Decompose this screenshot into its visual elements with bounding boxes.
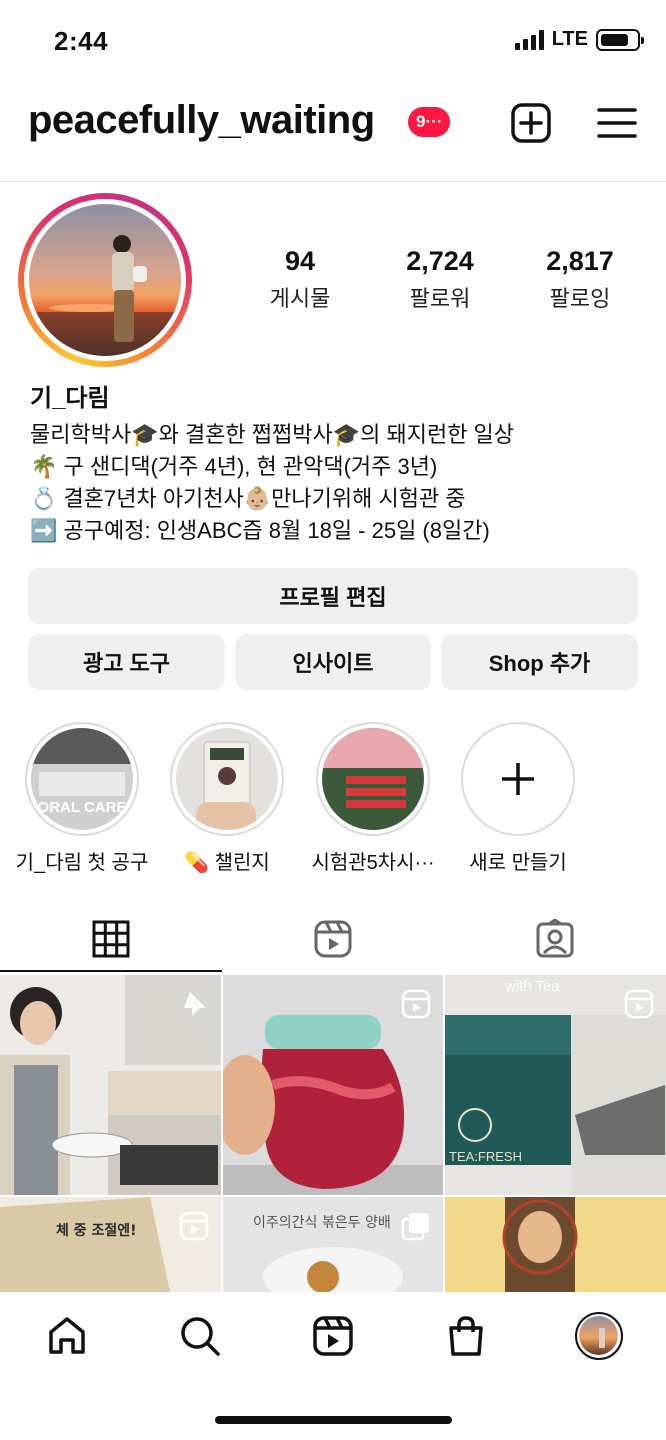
avatar-photo bbox=[29, 204, 181, 356]
shopping-bag-icon bbox=[449, 1316, 483, 1356]
status-time: 2:44 bbox=[54, 26, 109, 56]
nav-reels[interactable] bbox=[266, 1314, 399, 1358]
display-name: 기_다림 bbox=[30, 385, 110, 412]
profile-tabs bbox=[0, 904, 666, 974]
following-stat[interactable]: 2,817 팔로잉 bbox=[510, 246, 650, 313]
tab-reels[interactable] bbox=[222, 904, 444, 974]
active-tab-indicator bbox=[0, 970, 222, 972]
following-label: 팔로잉 bbox=[549, 286, 611, 311]
home-indicator bbox=[215, 1416, 452, 1424]
header-divider bbox=[0, 181, 666, 182]
reels-icon bbox=[314, 920, 352, 958]
highlight-cover bbox=[176, 728, 278, 830]
ad-tools-button[interactable]: 광고 도구 bbox=[28, 634, 225, 690]
nav-profile[interactable] bbox=[533, 1312, 666, 1360]
profile-stats: 94 게시물 2,724 팔로워 2,817 팔로잉 bbox=[230, 246, 650, 313]
bio-line: 🌴 구 샌디댁(거주 4년), 현 관악댁(거주 3년) bbox=[30, 454, 438, 479]
followers-label: 팔로워 bbox=[409, 286, 471, 311]
menu-button[interactable] bbox=[594, 100, 640, 146]
pin-icon bbox=[179, 989, 209, 1024]
create-post-button[interactable] bbox=[508, 100, 554, 146]
following-count: 2,817 bbox=[546, 246, 614, 276]
bio-line: 💍 결혼7년차 아기천사👶🏼만나기위해 시험관 중 bbox=[30, 486, 466, 511]
post-thumbnail[interactable]: 이주의간식 볶은두 양배 bbox=[223, 1197, 443, 1292]
home-icon bbox=[48, 1317, 85, 1354]
post-overlay-text: 체 중 조절엔! bbox=[56, 1222, 137, 1239]
hamburger-icon bbox=[597, 108, 637, 138]
status-indicators: LTE bbox=[514, 28, 644, 51]
highlight-cover-text: ORAL CARE bbox=[38, 799, 127, 816]
profile-header: peacefully_waiting 9··· bbox=[0, 90, 666, 160]
highlight-item[interactable]: 💊 챌린지 bbox=[152, 722, 302, 875]
highlight-cover bbox=[322, 728, 424, 830]
post-thumbnail[interactable] bbox=[0, 975, 221, 1195]
plus-icon bbox=[467, 728, 569, 830]
followers-stat[interactable]: 2,724 팔로워 bbox=[370, 246, 510, 313]
profile-avatar[interactable] bbox=[18, 193, 192, 367]
post-overlay-text: with Tea bbox=[504, 978, 560, 995]
highlight-label: 💊 챌린지 bbox=[184, 852, 270, 874]
status-bar: 2:44 LTE bbox=[0, 0, 666, 80]
highlight-label: 새로 만들기 bbox=[469, 852, 567, 874]
post-thumbnail[interactable]: 체 중 조절엔! bbox=[0, 1197, 221, 1292]
post-thumbnail[interactable] bbox=[223, 975, 443, 1195]
notification-badge[interactable]: 9··· bbox=[408, 107, 451, 137]
post-overlay-text: TEA:FRESH bbox=[449, 1149, 522, 1164]
highlight-item[interactable]: ORAL CARE 기_다림 첫 공구 bbox=[7, 722, 157, 875]
tab-posts-grid[interactable] bbox=[0, 904, 222, 974]
signal-icon bbox=[514, 29, 544, 50]
new-highlight-button[interactable]: 새로 만들기 bbox=[443, 722, 593, 875]
post-thumbnail[interactable]: with Tea TEA:FRESH bbox=[445, 975, 666, 1195]
highlight-cover: ORAL CARE bbox=[31, 728, 133, 830]
highlight-label: 시험관5차시··· bbox=[311, 852, 435, 874]
reels-badge-icon bbox=[401, 989, 431, 1024]
highlight-label: 기_다림 첫 공구 bbox=[15, 852, 149, 874]
reels-badge-icon bbox=[179, 1211, 209, 1246]
profile-avatar-icon bbox=[575, 1312, 624, 1360]
bio-line: 물리학박사🎓와 결혼한 쩝쩝박사🎓의 돼지런한 일상 bbox=[30, 422, 515, 447]
nav-search[interactable] bbox=[133, 1314, 266, 1358]
bio-line: ➡️ 공구예정: 인생ABC즙 8월 18일 - 25일 (8일간) bbox=[30, 518, 490, 543]
post-overlay-text: 이주의간식 볶은두 양배 bbox=[253, 1215, 391, 1231]
grid-icon bbox=[92, 920, 130, 958]
plus-square-icon bbox=[511, 103, 551, 143]
bottom-navigation bbox=[0, 1292, 666, 1380]
nav-home[interactable] bbox=[0, 1314, 133, 1358]
highlight-item[interactable]: 시험관5차시··· bbox=[298, 722, 448, 875]
network-label: LTE bbox=[551, 28, 588, 50]
post-thumbnail[interactable] bbox=[445, 1197, 666, 1292]
tab-tagged[interactable] bbox=[444, 904, 666, 974]
edit-profile-button[interactable]: 프로필 편집 bbox=[28, 568, 638, 624]
post-grid: with Tea TEA:FRESH 체 중 조절엔! 이주의간식 볶은두 양배 bbox=[0, 975, 666, 1292]
username[interactable]: peacefully_waiting bbox=[28, 98, 375, 143]
carousel-icon bbox=[401, 1211, 431, 1246]
nav-shop[interactable] bbox=[400, 1314, 533, 1358]
add-shop-button[interactable]: Shop 추가 bbox=[441, 634, 638, 690]
search-icon bbox=[181, 1317, 220, 1356]
followers-count: 2,724 bbox=[406, 246, 474, 276]
posts-label: 게시물 bbox=[269, 286, 331, 311]
posts-count: 94 bbox=[284, 246, 316, 276]
reels-icon bbox=[313, 1316, 353, 1356]
battery-icon bbox=[596, 28, 644, 51]
profile-bio: 기_다림 물리학박사🎓와 결혼한 쩝쩝박사🎓의 돼지런한 일상 🌴 구 샌디댁(… bbox=[30, 378, 650, 547]
posts-stat[interactable]: 94 게시물 bbox=[230, 246, 370, 313]
insights-button[interactable]: 인사이트 bbox=[235, 634, 431, 690]
tagged-person-icon bbox=[536, 919, 574, 958]
reels-badge-icon bbox=[624, 989, 654, 1024]
